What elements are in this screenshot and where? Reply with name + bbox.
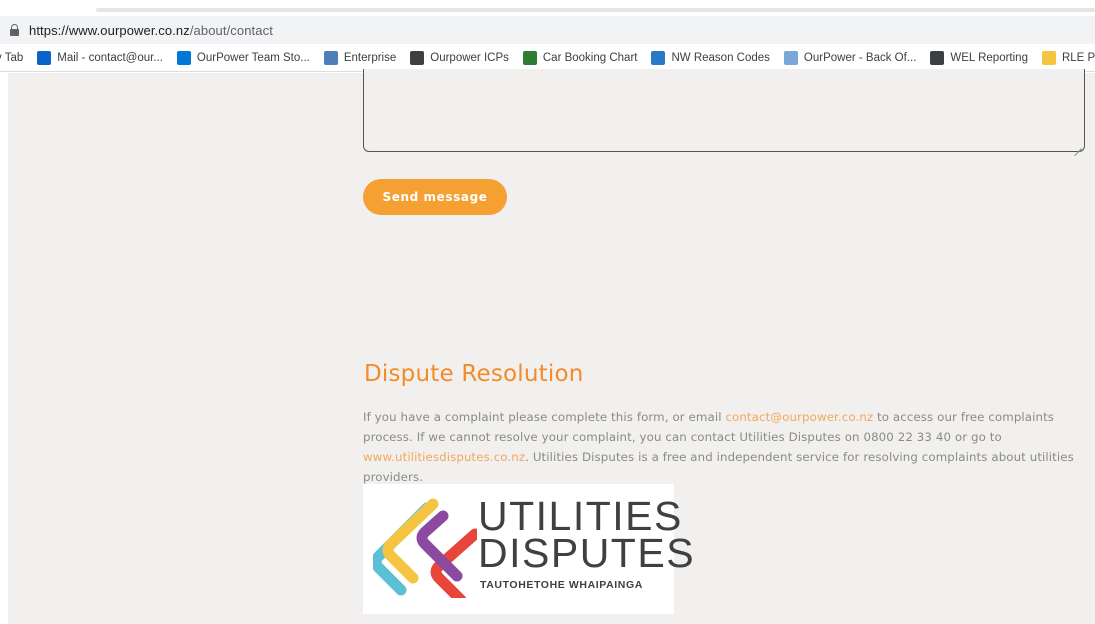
utilities-disputes-logo: UTILITIES DISPUTES TAUTOHETOHE WHAIPAING… (363, 484, 694, 614)
page-content: Send message Dispute Resolution If you h… (8, 69, 1095, 624)
url-path: /about/contact (189, 22, 273, 38)
logo-subtitle: TAUTOHETOHE WHAIPAINGA (480, 579, 643, 591)
bookmark-item[interactable]: Mail - contact@our... (37, 50, 163, 65)
bookmark-item[interactable]: WEL Reporting (930, 50, 1028, 65)
dispute-resolution-heading: Dispute Resolution (364, 361, 584, 387)
folder-icon (1041, 50, 1056, 65)
bookmark-item[interactable]: NW Reason Codes (651, 50, 770, 65)
logo-line-2: DISPUTES (478, 530, 696, 576)
sheet-icon (522, 50, 537, 65)
bookmark-item[interactable]: Enterprise (323, 50, 397, 65)
bookmark-label: Enterprise (343, 51, 397, 64)
contact-email-link[interactable]: contact@ourpower.co.nz (725, 410, 873, 424)
resize-grip-icon[interactable] (1074, 141, 1082, 149)
url-host: https://www.ourpower.co.nz (29, 22, 190, 38)
bookmark-label: Ourpower ICPs (430, 51, 509, 64)
enterprise-icon (323, 50, 338, 65)
bookmark-label: v Tab (0, 51, 24, 64)
report-icon (930, 50, 945, 65)
bookmark-label: NW Reason Codes (671, 51, 770, 64)
bookmark-item[interactable]: OurPower Team Sto... (176, 50, 310, 65)
dispute-text-1: If you have a complaint please complete … (363, 410, 726, 424)
bookmark-item[interactable]: Car Booking Chart (522, 50, 638, 65)
bookmark-item[interactable]: RLE Presentation (1041, 50, 1095, 65)
url-text[interactable]: https://www.ourpower.co.nz/about/contact (29, 23, 273, 38)
message-textarea[interactable] (363, 69, 1085, 152)
bookmark-item[interactable]: OurPower - Back Of... (783, 50, 917, 65)
send-message-button[interactable]: Send message (363, 179, 507, 215)
tab-strip-edge (96, 8, 1095, 12)
bookmark-item[interactable]: Ourpower ICPs (410, 50, 509, 65)
bookmark-label: WEL Reporting (950, 51, 1028, 64)
utilities-disputes-mark-icon (373, 498, 477, 598)
bookmark-label: Mail - contact@our... (57, 51, 163, 64)
lock-icon[interactable] (10, 24, 19, 36)
azure-devops-icon (176, 50, 191, 65)
bookmarks-bar: v Tab Mail - contact@our... OurPower Team … (0, 44, 1095, 72)
address-bar[interactable]: https://www.ourpower.co.nz/about/contact (0, 16, 1095, 44)
dispute-resolution-text: If you have a complaint please complete … (363, 407, 1088, 487)
feather-icon (651, 50, 666, 65)
bookmark-item[interactable]: v Tab (0, 52, 23, 64)
globe-icon (410, 50, 425, 65)
utilities-disputes-link[interactable]: www.utilitiesdisputes.co.nz (363, 450, 525, 464)
doc-icon (783, 50, 798, 65)
bookmark-label: OurPower Team Sto... (196, 51, 310, 64)
bookmark-label: Car Booking Chart (542, 51, 638, 64)
outlook-icon (37, 50, 52, 65)
bookmark-label: RLE Presentation (1061, 51, 1095, 64)
bookmark-label: OurPower - Back Of... (803, 51, 917, 64)
